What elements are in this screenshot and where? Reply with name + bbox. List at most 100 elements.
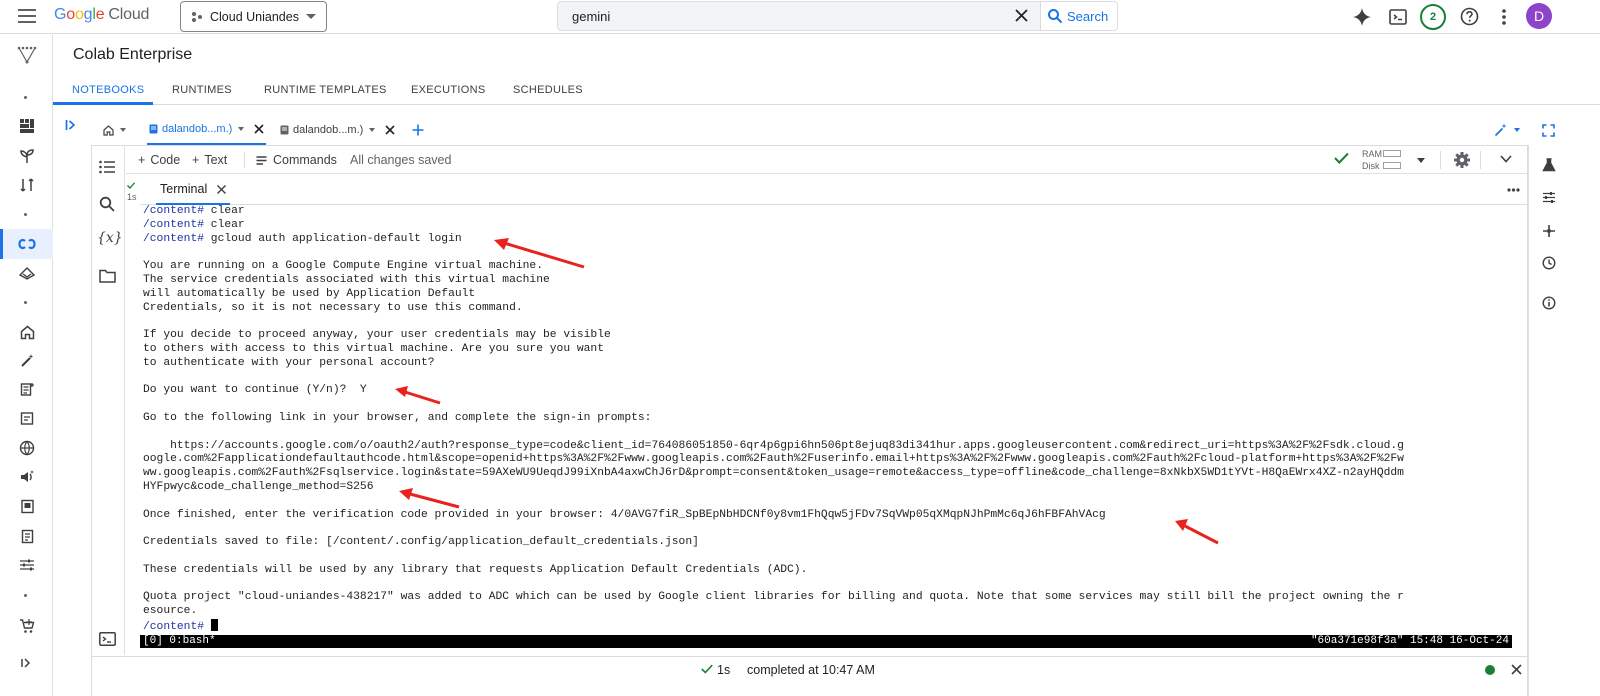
commands-button[interactable]: Commands — [256, 153, 337, 167]
terminal-output[interactable]: /content# clear/content# clear/content# … — [140, 205, 1512, 649]
runtime-menu-chevron-icon[interactable] — [1417, 158, 1425, 163]
add-code-cell-button[interactable]: + Code — [138, 153, 180, 167]
cloud-shell-icon[interactable] — [1389, 8, 1407, 26]
pipelines-icon[interactable] — [16, 174, 38, 196]
shell-command — [204, 621, 211, 633]
notebook-tab-row: dalandob...m.) dalandob...m.) — [91, 115, 1555, 145]
terminal-line: You are running on a Google Compute Engi… — [143, 260, 543, 273]
tmux-status-bar: [0] 0:bash* "60a371e98f3a" 15:48 16-Oct-… — [140, 635, 1512, 648]
product-left-rail — [0, 35, 53, 696]
tab-runtime-templates[interactable]: RUNTIME TEMPLATES — [264, 84, 387, 96]
fullscreen-button[interactable] — [1542, 115, 1555, 145]
model-garden-icon[interactable] — [16, 145, 38, 167]
tuning-icon[interactable] — [16, 554, 38, 576]
info-icon[interactable] — [1542, 296, 1556, 310]
shell-command: gcloud auth application-default login — [204, 232, 462, 245]
terminal-cursor — [210, 618, 218, 631]
terminal-line: https://accounts.google.com/o/oauth2/aut… — [143, 439, 1404, 452]
home-icon[interactable] — [16, 321, 38, 343]
terminal-line: Go to the following link in your browser… — [143, 411, 652, 424]
history-icon[interactable] — [1542, 256, 1556, 270]
chevron-down-icon — [369, 128, 376, 132]
files-icon[interactable] — [99, 269, 116, 283]
main-menu-icon[interactable] — [18, 9, 36, 23]
close-status-icon[interactable] — [1511, 664, 1522, 675]
right-side-panel-rail — [1528, 145, 1568, 696]
more-vert-icon[interactable] — [1502, 9, 1506, 25]
google-cloud-logo[interactable]: Google Cloud — [54, 6, 149, 24]
translate-icon[interactable] — [16, 437, 38, 459]
add-code-label: Code — [150, 153, 181, 167]
workbench-icon[interactable] — [16, 262, 38, 284]
avatar[interactable]: D — [1526, 3, 1552, 29]
active-tab-indicator — [53, 102, 153, 105]
dependencies-icon[interactable] — [1542, 224, 1556, 238]
close-tab-icon[interactable] — [254, 124, 264, 134]
chevron-down-icon — [120, 128, 126, 132]
help-icon[interactable] — [1460, 7, 1479, 26]
find-icon[interactable] — [99, 196, 115, 212]
terminal-icon[interactable] — [99, 632, 116, 646]
expand-rail-icon[interactable] — [16, 652, 38, 674]
terminal-scrollbar[interactable] — [1512, 205, 1527, 649]
page-title: Colab Enterprise — [73, 46, 193, 63]
tab-runtimes[interactable]: RUNTIMES — [172, 84, 232, 96]
notebook-tab-2[interactable]: dalandob...m.) — [280, 115, 395, 145]
tab-executions[interactable]: EXECUTIONS — [411, 84, 486, 96]
collapse-chevron-icon[interactable] — [1500, 155, 1512, 163]
search-icon — [1048, 9, 1063, 24]
tab-schedules[interactable]: SCHEDULES — [513, 84, 583, 96]
more-horiz-icon[interactable] — [1507, 188, 1520, 192]
prompt-gallery-icon[interactable] — [16, 349, 38, 371]
document-ai-icon[interactable] — [16, 525, 38, 547]
terminal-line: /content# — [143, 618, 1512, 633]
gemini-assist-button[interactable] — [1494, 115, 1520, 145]
toolbar-divider — [244, 152, 245, 168]
terminal-line: The service credentials associated with … — [143, 273, 550, 286]
terminal-line: /content# gcloud auth application-defaul… — [143, 233, 1512, 247]
notebook-sidebar: {x} — [91, 145, 125, 655]
clear-search-icon[interactable] — [1015, 9, 1028, 22]
vertex-ai-logo-icon[interactable] — [16, 44, 38, 66]
freeform-icon[interactable] — [16, 378, 38, 400]
expand-panel-icon[interactable] — [65, 119, 77, 131]
brand-google: Google — [54, 6, 105, 23]
notebook-toolbar: + Code + Text Commands All changes saved R… — [126, 146, 1527, 174]
terminal-line: will automatically be used by Applicatio… — [143, 287, 476, 300]
add-text-cell-button[interactable]: + Text — [192, 153, 227, 167]
search-button[interactable]: Search — [1040, 1, 1118, 31]
dashboard-icon[interactable] — [16, 115, 38, 137]
cell-exec-time: 1s — [127, 192, 137, 202]
annotation-arrow — [399, 488, 460, 509]
chat-prompt-icon[interactable] — [16, 407, 38, 429]
speech-icon[interactable] — [16, 466, 38, 488]
terminal-tab-bar: Terminal — [140, 175, 1527, 205]
search-input[interactable]: gemini — [557, 1, 1040, 31]
tune-icon[interactable] — [1542, 191, 1556, 204]
settings-icon[interactable] — [1453, 151, 1471, 169]
tab-notebooks[interactable]: NOTEBOOKS — [72, 84, 144, 96]
notebook-home-tab[interactable] — [103, 115, 126, 145]
marketplace-icon[interactable] — [16, 615, 38, 637]
notifications-badge[interactable]: 2 — [1420, 4, 1446, 30]
page-tabs: NOTEBOOKS RUNTIMES RUNTIME TEMPLATES EXE… — [53, 76, 1600, 105]
close-tab-icon[interactable] — [385, 125, 395, 135]
terminal-tab[interactable]: Terminal — [156, 175, 231, 205]
notebook-tab-1[interactable]: dalandob...m.) — [147, 115, 267, 145]
table-of-contents-icon[interactable] — [99, 160, 116, 174]
new-notebook-tab-button[interactable] — [412, 115, 424, 145]
gemini-icon[interactable] — [1352, 7, 1372, 27]
notebook-tab-label: dalandob...m.) — [162, 123, 233, 135]
project-picker[interactable]: Cloud Uniandes — [180, 1, 327, 32]
close-terminal-icon[interactable] — [217, 184, 227, 194]
notebook-tab-label: dalandob...m.) — [293, 124, 364, 136]
colab-enterprise-icon[interactable] — [16, 233, 38, 255]
lab-flask-icon[interactable] — [1542, 158, 1556, 172]
vision-icon[interactable] — [16, 495, 38, 517]
resources-indicator[interactable]: RAM Disk — [1362, 148, 1382, 172]
variables-icon[interactable]: {x} — [97, 230, 123, 246]
shell-command: clear — [204, 205, 245, 217]
